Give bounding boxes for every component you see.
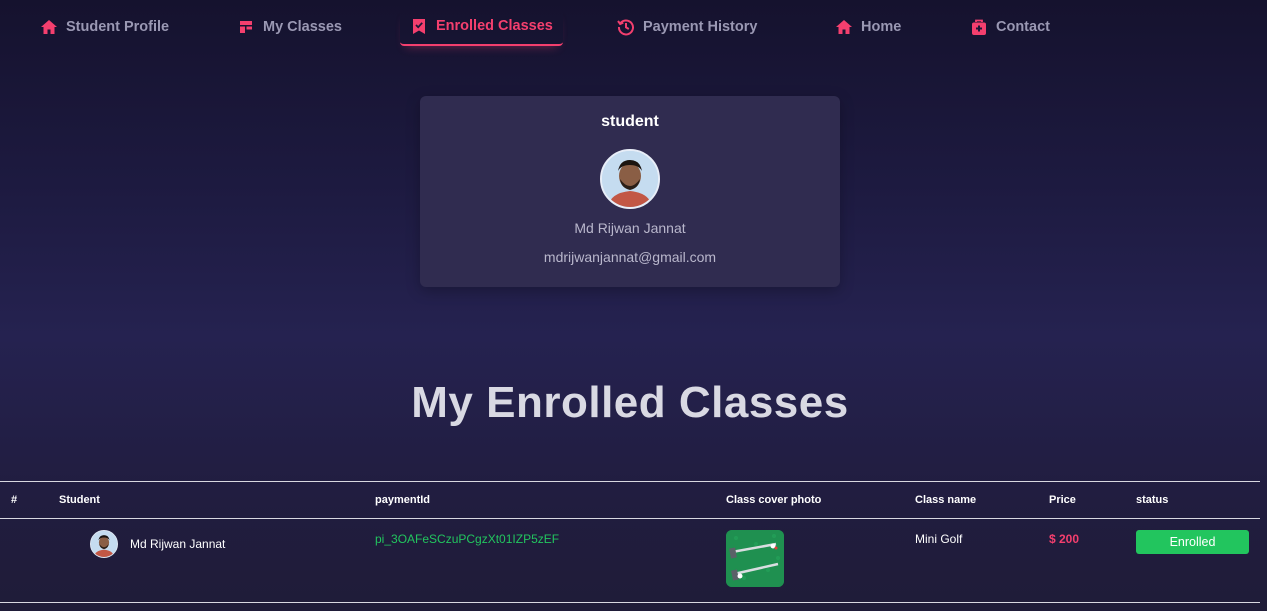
nav-label: Student Profile (66, 19, 170, 35)
column-header-class-name: Class name (915, 494, 977, 506)
class-cover-photo (726, 530, 784, 587)
nav-label: Contact (996, 19, 1050, 35)
student-profile-card: student Md Rijwan Jannat mdrijwanjannat@… (420, 96, 840, 287)
column-header-status: status (1136, 494, 1169, 506)
nav-enrolled-classes[interactable]: Enrolled Classes (400, 8, 563, 46)
briefcase-medical-icon (970, 18, 988, 36)
payment-id: pi_3OAFeSCzuPCgzXt01IZP5zEF (375, 532, 560, 546)
class-price: $ 200 (1049, 532, 1080, 546)
column-header-payment-id: paymentId (375, 494, 431, 506)
profile-role: student (601, 113, 659, 130)
layout-icon (237, 18, 255, 36)
nav-home[interactable]: Home (825, 8, 911, 46)
avatar (600, 149, 660, 209)
nav-label: Enrolled Classes (436, 18, 553, 34)
history-icon (617, 18, 635, 36)
nav-student-profile[interactable]: Student Profile (30, 8, 179, 46)
nav-label: My Classes (263, 19, 342, 35)
table-header: # Student paymentId Class cover photo Cl… (0, 481, 1260, 519)
enrolled-classes-table: # Student paymentId Class cover photo Cl… (0, 481, 1260, 603)
profile-email: mdrijwanjannat@gmail.com (543, 249, 717, 265)
column-header-price: Price (1049, 494, 1076, 506)
nav-my-classes[interactable]: My Classes (227, 8, 352, 46)
nav-label: Payment History (643, 19, 758, 35)
page-title: My Enrolled Classes (411, 378, 849, 427)
column-header-student: Student (59, 494, 100, 506)
column-header-cover-photo: Class cover photo (726, 494, 822, 506)
table-row: Md Rijwan Jannat pi_3OAFeSCzuPCgzXt01IZP… (0, 519, 1260, 603)
home-icon (40, 18, 58, 36)
nav-payment-history[interactable]: Payment History (607, 8, 767, 46)
nav-contact[interactable]: Contact (960, 8, 1060, 46)
home-icon (835, 18, 853, 36)
column-header-index: # (11, 494, 18, 506)
nav-label: Home (861, 19, 902, 35)
bookmark-check-icon (410, 17, 428, 35)
class-name: Mini Golf (915, 532, 963, 546)
student-name: Md Rijwan Jannat (130, 537, 226, 551)
status-badge[interactable]: Enrolled (1136, 530, 1249, 554)
student-avatar (90, 530, 118, 558)
top-nav: Student Profile My Classes Enrolled Clas… (0, 0, 1267, 54)
profile-name: Md Rijwan Jannat (574, 220, 686, 236)
